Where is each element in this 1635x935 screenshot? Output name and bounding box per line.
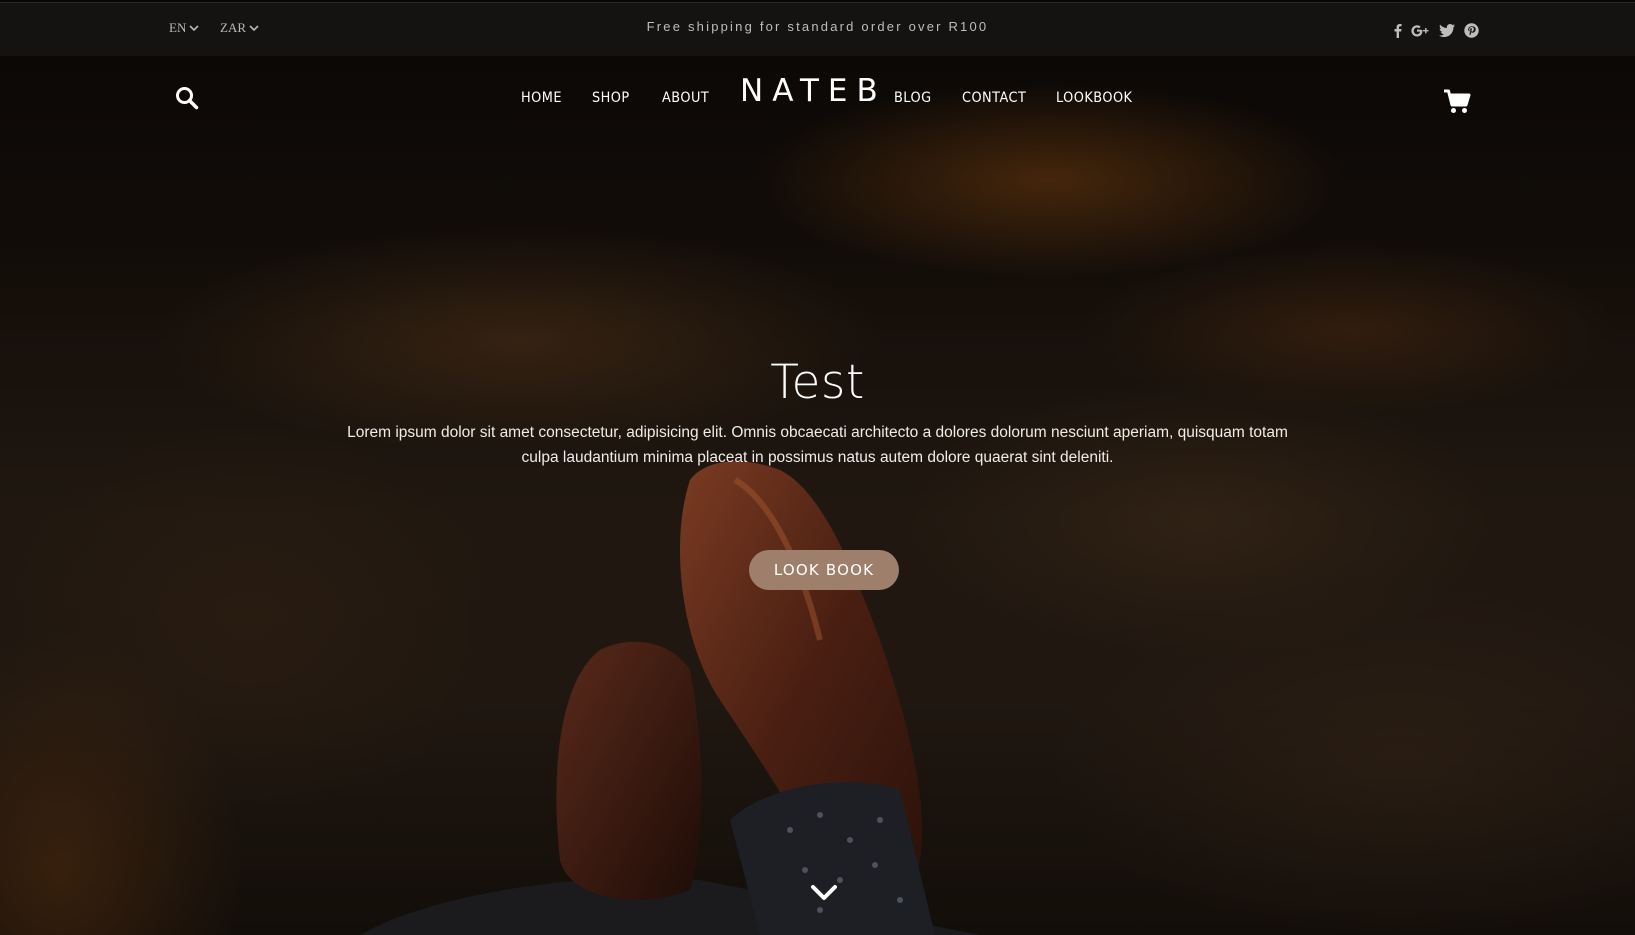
shipping-announcement: Free shipping for standard order over R1… bbox=[646, 19, 989, 34]
scroll-down-chevron-icon[interactable] bbox=[810, 884, 838, 902]
social-links bbox=[1393, 22, 1479, 38]
nav-contact[interactable]: CONTACT bbox=[962, 90, 1026, 106]
facebook-icon[interactable] bbox=[1393, 22, 1402, 38]
nav-about[interactable]: ABOUT bbox=[662, 90, 709, 106]
hero-description: Lorem ipsum dolor sit amet consectetur, … bbox=[347, 424, 1288, 466]
announcement-bar: EN ZAR Free shipping for standard order … bbox=[0, 2, 1635, 56]
look-book-button[interactable]: LOOK BOOK bbox=[749, 550, 899, 590]
site-logo[interactable]: NATEB bbox=[740, 73, 887, 109]
google-plus-icon[interactable] bbox=[1411, 22, 1430, 38]
nav-lookbook[interactable]: LOOKBOOK bbox=[1056, 90, 1132, 106]
nav-blog[interactable]: BLOG bbox=[894, 90, 932, 106]
twitter-icon[interactable] bbox=[1439, 22, 1455, 38]
pinterest-icon[interactable] bbox=[1464, 22, 1479, 38]
nav-home[interactable]: HOME bbox=[521, 90, 562, 106]
hero-title: Test bbox=[770, 355, 865, 410]
nav-shop[interactable]: SHOP bbox=[592, 90, 630, 106]
cart-icon[interactable] bbox=[1443, 89, 1471, 115]
